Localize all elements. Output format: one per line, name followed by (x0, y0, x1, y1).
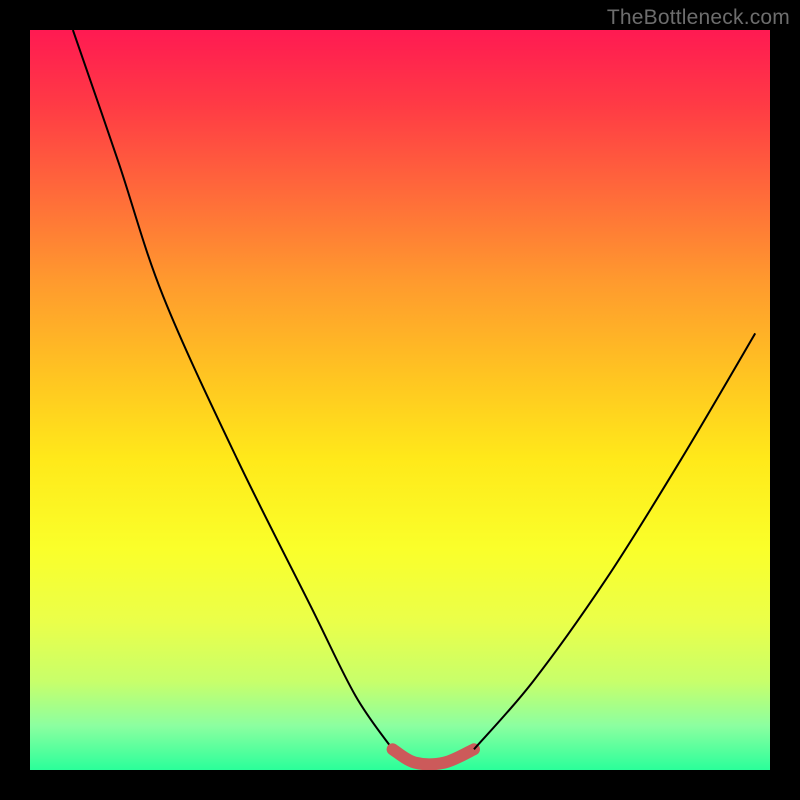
chart-container: TheBottleneck.com (0, 0, 800, 800)
watermark-label: TheBottleneck.com (607, 6, 790, 30)
left-curve (73, 30, 393, 749)
chart-svg (30, 30, 770, 770)
right-curve (474, 333, 755, 749)
valley-segment (393, 749, 474, 764)
plot-area (30, 30, 770, 770)
